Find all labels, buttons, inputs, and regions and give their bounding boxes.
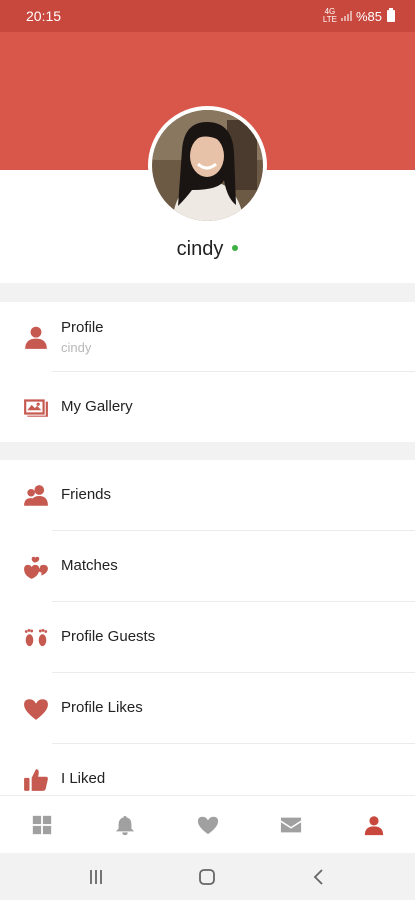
- menu-item-profile-guests[interactable]: Profile Guests: [0, 602, 415, 673]
- menu-item-label: I Liked: [61, 770, 106, 787]
- recent-apps-icon: [89, 869, 102, 884]
- nav-messages-button[interactable]: [249, 796, 332, 853]
- back-button[interactable]: [299, 862, 339, 892]
- menu-item-label: Profile Likes: [61, 699, 143, 716]
- recent-apps-button[interactable]: [76, 862, 116, 892]
- gallery-icon: [22, 393, 50, 421]
- status-bar: 20:15 4G LTE %85: [0, 0, 415, 32]
- nav-likes-button[interactable]: [166, 796, 249, 853]
- system-navigation-bar: [0, 853, 415, 900]
- back-icon: [313, 868, 323, 885]
- heart-icon: [22, 695, 50, 723]
- status-icons: 4G LTE %85: [323, 8, 395, 24]
- bottom-navigation: [0, 795, 415, 853]
- menu-section-account: Profile cindy My Gallery: [0, 302, 415, 442]
- home-button[interactable]: [187, 862, 227, 892]
- home-icon: [199, 868, 216, 885]
- menu-item-label: Matches: [61, 557, 118, 574]
- footprints-icon: [22, 624, 50, 652]
- menu-section-social: Friends Matches Profile Guests Profile L…: [0, 460, 415, 795]
- username-row: cindy: [0, 238, 415, 261]
- menu-item-profile[interactable]: Profile cindy: [0, 302, 415, 372]
- menu-item-matches[interactable]: Matches: [0, 531, 415, 602]
- avatar[interactable]: [148, 106, 267, 225]
- nav-home-button[interactable]: [0, 796, 83, 853]
- bell-icon: [115, 815, 134, 835]
- friends-icon: [22, 482, 50, 510]
- menu-item-label: Profile Guests: [61, 628, 156, 645]
- username: cindy: [176, 238, 224, 260]
- menu-item-my-gallery[interactable]: My Gallery: [0, 372, 415, 442]
- online-status-dot: [232, 245, 239, 251]
- menu-item-friends[interactable]: Friends: [0, 460, 415, 531]
- matches-icon: [22, 553, 50, 581]
- person-icon: [364, 815, 383, 835]
- thumbs-up-icon: [22, 766, 50, 794]
- avatar-photo: [152, 110, 263, 221]
- mail-icon: [280, 817, 301, 832]
- menu-item-label: My Gallery: [61, 398, 133, 415]
- nav-notifications-button[interactable]: [83, 796, 166, 853]
- battery-icon: [387, 8, 395, 22]
- network-type: 4G LTE: [322, 7, 337, 24]
- menu-item-label: Profile: [61, 319, 104, 336]
- signal-icon: [340, 11, 352, 21]
- menu-item-profile-likes[interactable]: Profile Likes: [0, 673, 415, 744]
- menu-item-label: Friends: [61, 486, 112, 503]
- grid-icon: [32, 815, 51, 834]
- nav-profile-button[interactable]: [332, 796, 415, 853]
- battery-level: %85: [355, 8, 382, 24]
- person-icon: [22, 323, 50, 351]
- menu-item-sublabel: cindy: [61, 340, 92, 355]
- heart-icon: [197, 816, 218, 834]
- status-time: 20:15: [26, 8, 62, 24]
- menu-item-i-liked[interactable]: I Liked: [0, 744, 415, 795]
